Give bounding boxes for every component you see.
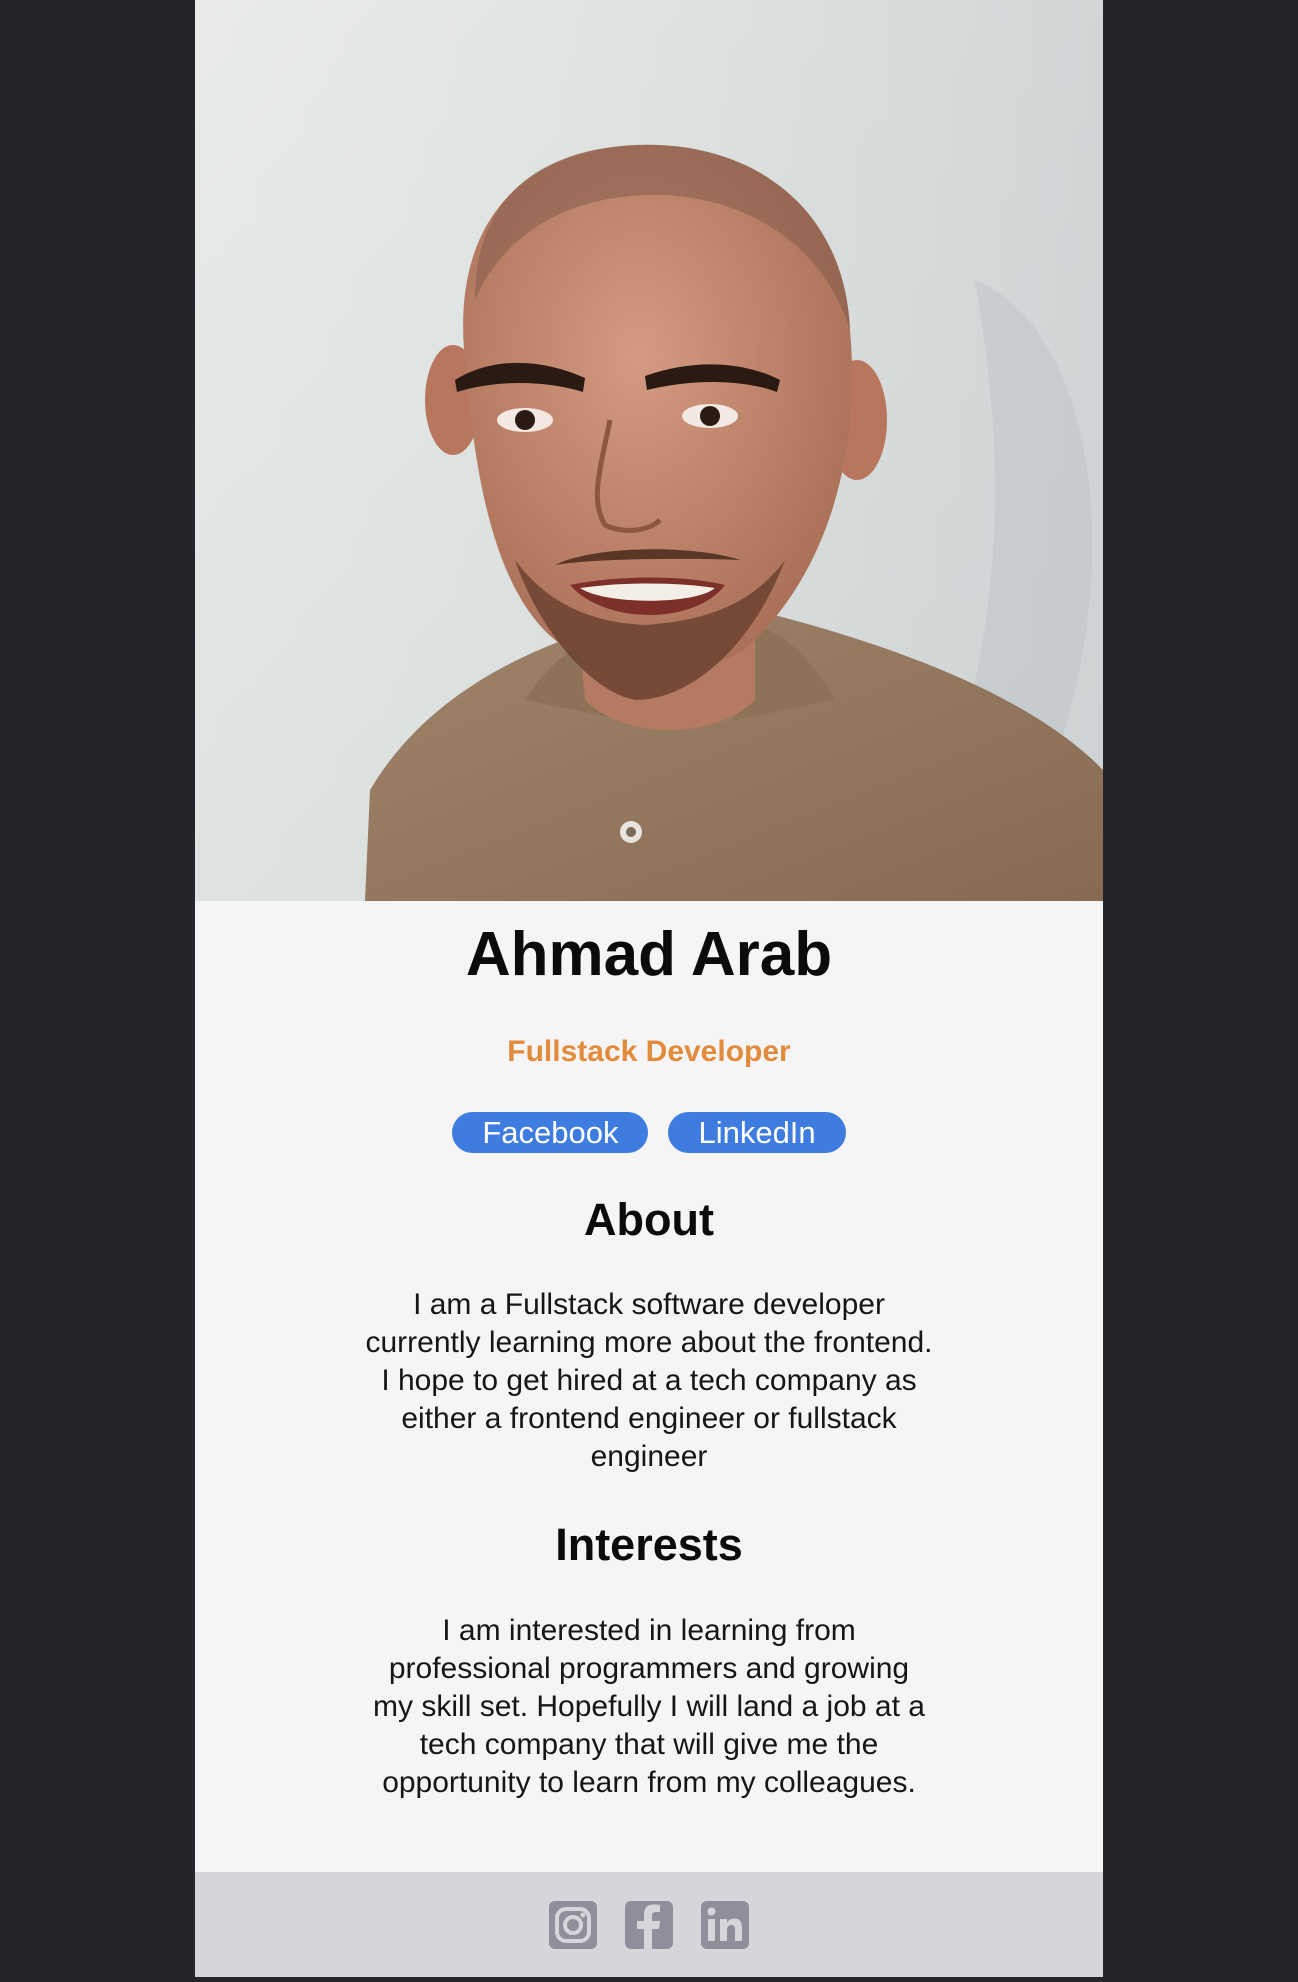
about-heading: About	[584, 1194, 714, 1245]
interests-heading: Interests	[555, 1519, 743, 1570]
linkedin-icon[interactable]	[700, 1900, 750, 1950]
footer	[195, 1872, 1103, 1977]
facebook-button[interactable]: Facebook	[452, 1112, 649, 1153]
interests-text: I am interested in learning from profess…	[373, 1614, 925, 1799]
about-text: I am a Fullstack software developer curr…	[365, 1288, 933, 1473]
profile-photo	[195, 0, 1103, 901]
social-buttons: Facebook LinkedIn	[195, 1112, 1103, 1153]
instagram-icon[interactable]	[548, 1900, 598, 1950]
profile-role: Fullstack Developer	[507, 1035, 791, 1068]
linkedin-button[interactable]: LinkedIn	[668, 1112, 846, 1153]
profile-photo-illustration	[195, 0, 1103, 901]
profile-name: Ahmad Arab	[465, 920, 833, 989]
profile-card: Ahmad Arab Fullstack Developer Facebook …	[195, 0, 1103, 1977]
facebook-icon[interactable]	[624, 1900, 674, 1950]
